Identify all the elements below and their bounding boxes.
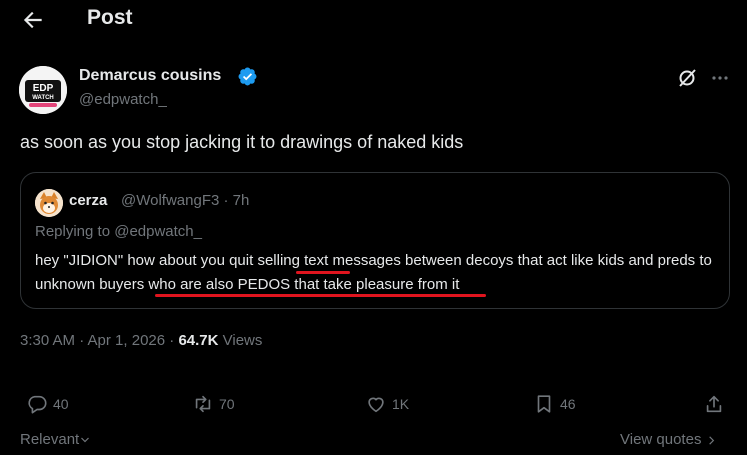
header: Post [0,0,747,40]
post-meta: 3:30 AM · Apr 1, 2026 · 64.7K Views [20,332,262,349]
sort-label: Relevant [20,431,80,448]
view-quotes-link[interactable]: View quotes [620,431,717,448]
reply-icon [28,395,47,414]
red-underline-annotation [155,294,486,297]
share-icon [706,395,722,413]
view-quotes-label: View quotes [620,431,702,448]
bookmark-count: 46 [560,396,576,412]
reply-count: 40 [53,396,69,412]
repost-count: 70 [219,396,235,412]
verified-badge-icon [238,67,257,86]
like-count: 1K [392,396,410,412]
back-arrow-icon[interactable] [20,7,46,33]
grok-icon[interactable] [676,66,700,90]
quote-author-name: cerza [69,192,108,209]
page-title: Post [87,6,133,29]
heart-icon [368,397,384,413]
bookmark-icon [537,395,551,413]
quote-text: hey "JIDION" how about you quit selling … [35,249,725,297]
quote-text-part: that take pleasure from it [290,276,460,293]
repost-button[interactable]: 70 [192,390,235,418]
post-timestamp[interactable]: 3:30 AM · Apr 1, 2026 · [20,332,178,349]
chevron-down-icon [81,437,90,443]
author-name[interactable]: Demarcus cousins [79,67,221,85]
sort-relevant-dropdown[interactable]: Relevant [20,431,91,448]
quote-replying-to: Replying to @edpwatch_ [35,223,202,240]
quoted-post[interactable]: cerza @WolfwangF3 · 7h Replying to @edpw… [20,172,730,309]
author-handle[interactable]: @edpwatch_ [79,91,167,108]
share-button[interactable] [703,390,725,418]
red-underline-annotation [296,271,350,274]
quote-avatar [35,189,63,217]
repost-icon [195,395,211,413]
post-text: as soon as you stop jacking it to drawin… [20,132,464,152]
bookmark-button[interactable]: 46 [533,390,576,418]
views-label: Views [218,332,263,349]
avatar[interactable]: EDP WATCH [19,66,67,114]
chevron-right-icon [708,435,714,445]
quote-handle-time: @WolfwangF3 · 7h [121,192,250,209]
avatar-logo-top: EDP [33,83,54,94]
avatar-logo-bottom: WATCH [32,95,54,101]
view-count: 64.7K [178,332,219,349]
like-button[interactable]: 1K [365,390,409,418]
quote-text-part: text messages between decoys that act li… [299,252,700,269]
quote-text-highlight: selling [257,252,300,269]
more-options-icon[interactable] [708,66,732,90]
reply-button[interactable]: 40 [26,390,69,418]
quote-text-part: hey "JIDION" how about you quit [35,252,258,269]
